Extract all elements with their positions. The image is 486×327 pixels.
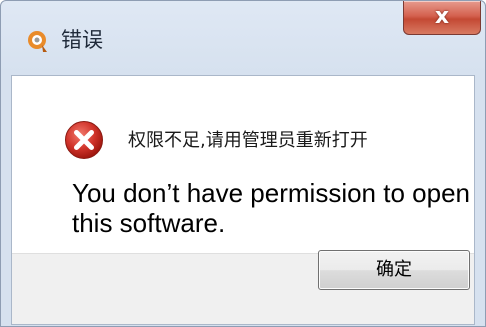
close-button[interactable]: x xyxy=(403,1,481,35)
error-message-english: You don’t have permission to open this s… xyxy=(72,178,470,238)
window-title: 错误 xyxy=(61,28,103,52)
title-bar[interactable]: 错误 x xyxy=(1,1,485,75)
error-message-chinese: 权限不足,请用管理员重新打开 xyxy=(128,130,368,151)
app-logo-icon xyxy=(28,31,47,52)
ok-button[interactable]: 确定 xyxy=(318,250,470,290)
dialog-body: 权限不足,请用管理员重新打开 You don’t have permission… xyxy=(11,75,475,325)
error-icon xyxy=(65,121,103,159)
error-dialog-window: 错误 x 权限不足,请用管理员重新打开 You don’t have permi… xyxy=(0,0,486,327)
close-icon: x xyxy=(434,4,450,29)
